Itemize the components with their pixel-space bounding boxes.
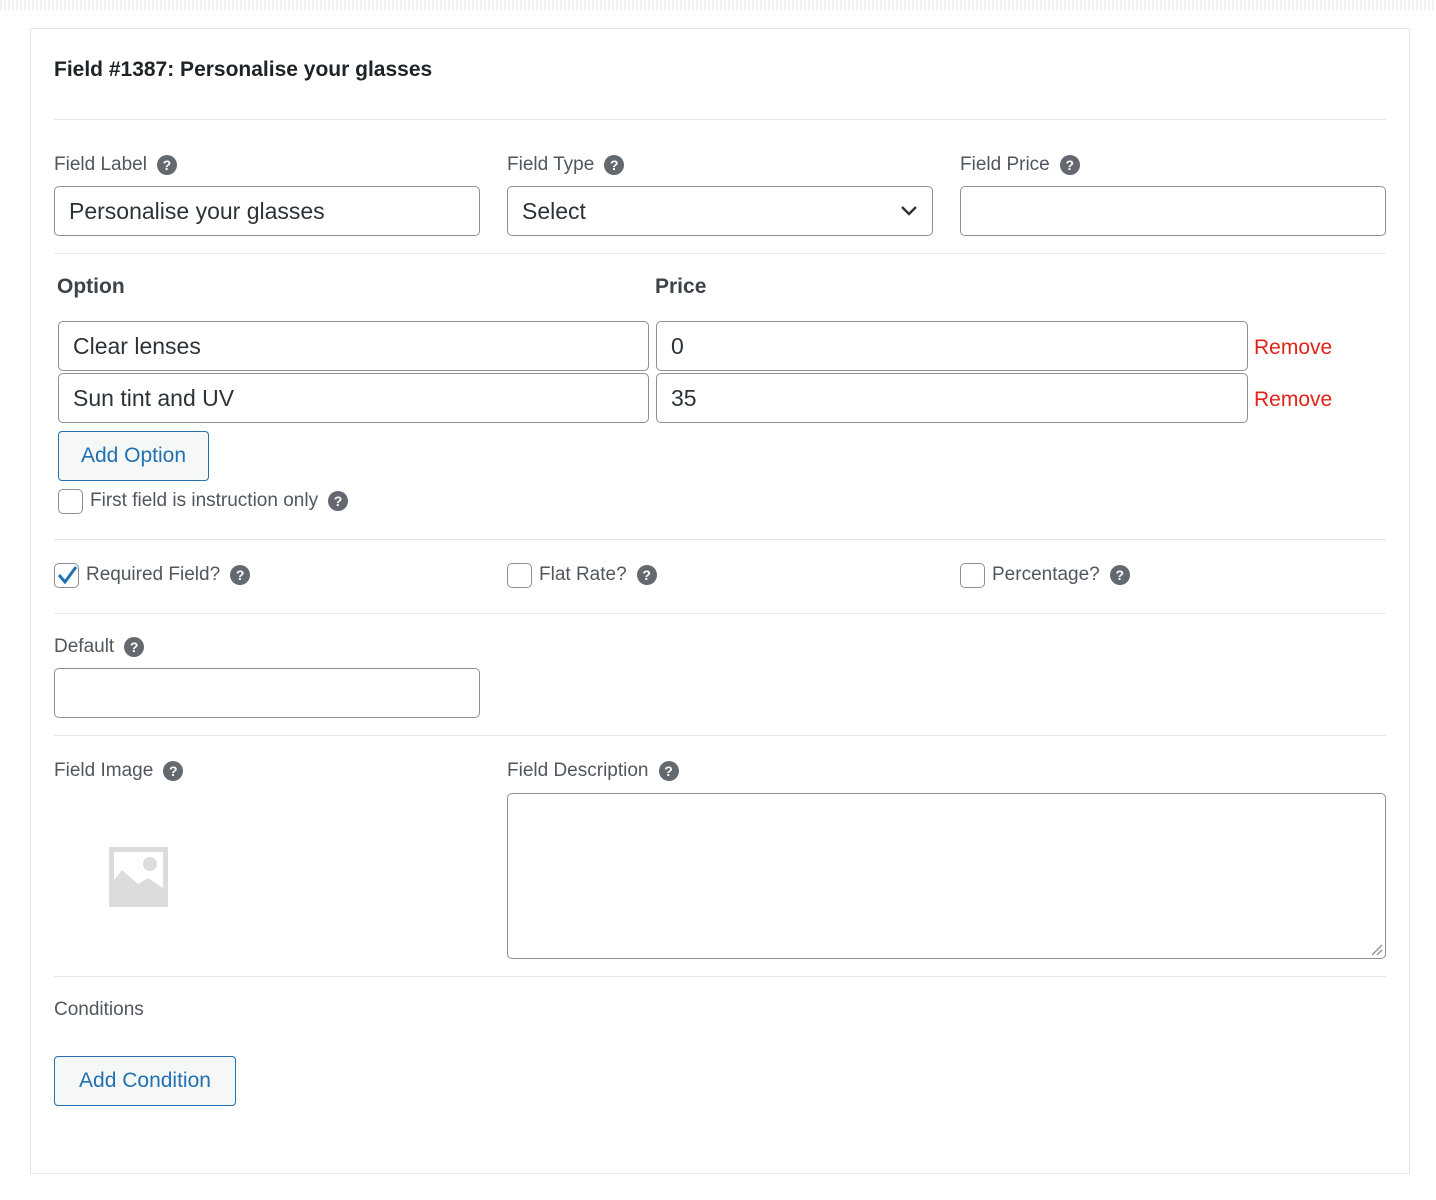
- conditions-label: Conditions: [54, 999, 144, 1020]
- field-price-label: Field Price?: [960, 154, 1080, 176]
- label-text: Default: [54, 636, 115, 657]
- field-image-label: Field Image?: [54, 760, 184, 782]
- instruction-only-checkbox[interactable]: [58, 489, 83, 514]
- help-icon[interactable]: ?: [328, 491, 349, 511]
- required-field-checkbox[interactable]: [54, 563, 79, 588]
- help-icon[interactable]: ?: [604, 155, 625, 175]
- default-input[interactable]: [54, 668, 480, 718]
- label-text: Field Label: [54, 154, 147, 175]
- field-label-input[interactable]: Personalise your glasses: [54, 186, 480, 236]
- help-icon[interactable]: ?: [230, 565, 251, 585]
- label-text: Field Description: [507, 760, 649, 781]
- image-placeholder-icon[interactable]: [108, 846, 169, 908]
- field-type-label: Field Type?: [507, 154, 625, 176]
- field-title: Field #1387: Personalise your glasses: [54, 58, 433, 81]
- field-price-input[interactable]: [960, 186, 1386, 236]
- percentage-checkbox[interactable]: [960, 563, 985, 588]
- field-label-label: Field Label?: [54, 154, 177, 176]
- checkmark-icon: [57, 566, 78, 585]
- divider: [54, 976, 1386, 977]
- instruction-only-label: First field is instruction only?: [90, 490, 349, 512]
- help-icon[interactable]: ?: [658, 761, 679, 781]
- percentage-label: Percentage??: [992, 564, 1130, 586]
- top-band: [0, 0, 1436, 10]
- label-text: Field Price: [960, 154, 1050, 175]
- price-header: Price: [655, 275, 707, 298]
- select-value: Select: [522, 197, 586, 224]
- option-input[interactable]: Sun tint and UV: [58, 373, 649, 423]
- add-condition-button[interactable]: Add Condition: [54, 1056, 236, 1106]
- remove-option-link[interactable]: Remove: [1254, 388, 1332, 412]
- help-icon[interactable]: ?: [1059, 155, 1080, 175]
- label-text: Field Type: [507, 154, 595, 175]
- default-label: Default?: [54, 636, 145, 658]
- help-icon[interactable]: ?: [1109, 565, 1130, 585]
- field-description-label: Field Description?: [507, 760, 679, 782]
- help-icon[interactable]: ?: [636, 565, 657, 585]
- help-icon[interactable]: ?: [163, 761, 184, 781]
- resize-handle-icon[interactable]: [1369, 942, 1383, 956]
- label-text: Required Field?: [86, 564, 221, 585]
- divider: [54, 253, 1386, 254]
- flat-rate-label: Flat Rate??: [539, 564, 657, 586]
- divider: [54, 613, 1386, 614]
- label-text: First field is instruction only: [90, 490, 319, 511]
- help-icon[interactable]: ?: [156, 155, 177, 175]
- required-field-label: Required Field??: [86, 564, 251, 586]
- option-header: Option: [57, 275, 125, 298]
- label-text: Field Image: [54, 760, 154, 781]
- help-icon[interactable]: ?: [124, 637, 145, 657]
- divider: [54, 119, 1386, 120]
- option-price-input[interactable]: 35: [656, 373, 1248, 423]
- option-price-input[interactable]: 0: [656, 321, 1248, 371]
- divider: [54, 539, 1386, 540]
- field-description-textarea[interactable]: [507, 793, 1386, 959]
- flat-rate-checkbox[interactable]: [507, 563, 532, 588]
- option-input[interactable]: Clear lenses: [58, 321, 649, 371]
- remove-option-link[interactable]: Remove: [1254, 336, 1332, 360]
- chevron-down-icon: [901, 206, 917, 216]
- field-type-select[interactable]: Select: [507, 186, 933, 236]
- label-text: Flat Rate?: [539, 564, 627, 585]
- label-text: Percentage?: [992, 564, 1100, 585]
- divider: [54, 735, 1386, 736]
- add-option-button[interactable]: Add Option: [58, 431, 209, 481]
